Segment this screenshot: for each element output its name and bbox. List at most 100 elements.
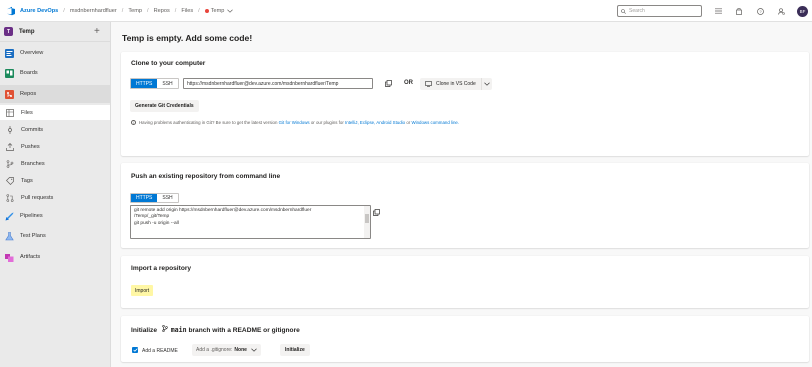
sidebar-item-pushes[interactable]: Pushes	[0, 139, 110, 155]
project-badge: T	[4, 27, 13, 36]
pushes-icon	[6, 143, 14, 151]
breadcrumb-organization[interactable]: msdnbernhardfluer	[70, 8, 117, 14]
branches-icon	[6, 160, 14, 168]
hint-or: or	[406, 120, 411, 125]
main-content: Temp is empty. Add some code! Clone to y…	[112, 22, 812, 367]
help-icon[interactable]: ?	[754, 5, 766, 17]
search-input[interactable]: Search	[617, 5, 702, 17]
clone-in-vscode-label: Clone in VS Code	[436, 81, 476, 87]
sidebar-item-commits[interactable]: Commits	[0, 122, 110, 138]
azure-devops-logo-icon[interactable]	[4, 0, 18, 22]
initialize-label: Initialize	[285, 347, 305, 353]
sidebar-item-files[interactable]: Files	[0, 105, 110, 120]
breadcrumb-project[interactable]: Temp	[128, 8, 142, 14]
sidebar-item-test-plans[interactable]: Test Plans	[0, 227, 110, 245]
chevron-down-icon	[227, 9, 234, 13]
top-icons: ? BF	[712, 5, 808, 17]
breadcrumb-separator: /	[174, 7, 177, 14]
sidebar-item-label: Branches	[21, 161, 45, 167]
sidebar-item-label: Tags	[21, 178, 33, 184]
sidebar-item-tags[interactable]: Tags	[0, 173, 110, 189]
textarea-scrollbar[interactable]	[364, 206, 370, 238]
chevron-down-icon	[251, 348, 257, 352]
auth-hint: i Having problems authenticating in Git?…	[131, 120, 459, 125]
push-https-tab[interactable]: HTTPS	[131, 194, 158, 202]
add-readme-label[interactable]: Add a README	[142, 348, 178, 354]
plugins-link[interactable]: IntelliJ, Eclipse, Android Studio	[345, 120, 405, 125]
add-readme-checkbox[interactable]	[132, 347, 138, 353]
clone-url-input[interactable]: https://msdnbernhardfluer@dev.azure.com/…	[183, 78, 373, 89]
push-ssh-tab[interactable]: SSH	[157, 194, 178, 202]
brand-link[interactable]: Azure DevOps	[20, 8, 58, 14]
copy-clone-url-icon[interactable]	[383, 78, 394, 89]
or-label: OR	[404, 80, 413, 86]
clone-ssh-tab[interactable]: SSH	[157, 79, 178, 88]
sidebar-item-label: Artifacts	[20, 254, 41, 260]
command-line: git push -u origin --all	[134, 220, 179, 226]
branch-icon	[162, 325, 168, 333]
breadcrumb-separator: /	[147, 7, 149, 14]
sidebar-item-overview[interactable]: Overview	[0, 44, 110, 62]
sidebar-item-branches[interactable]: Branches	[0, 156, 110, 172]
sidebar-item-label: Commits	[21, 127, 44, 133]
sidebar-item-label: Pull requests	[21, 195, 54, 201]
generate-git-credentials-button[interactable]: Generate Git Credentials	[130, 100, 199, 112]
sidebar-item-label: Overview	[20, 50, 44, 56]
import-heading: Import a repository	[131, 265, 192, 272]
pipelines-icon	[4, 211, 14, 221]
initialize-card: Initialize main branch with a README or …	[121, 316, 809, 362]
info-icon: i	[131, 120, 136, 125]
page-title: Temp is empty. Add some code!	[122, 33, 253, 43]
sidebar-item-label: Test Plans	[20, 233, 46, 239]
initialize-heading: Initialize main branch with a README or …	[131, 325, 300, 334]
clone-options-dropdown[interactable]	[480, 78, 492, 90]
sidebar-item-pipelines[interactable]: Pipelines	[0, 207, 110, 225]
breadcrumb-separator: /	[198, 7, 200, 14]
checkmark-icon	[132, 348, 138, 352]
hint-prefix: Having problems authenticating in Git? B…	[139, 120, 278, 125]
search-icon	[621, 8, 626, 14]
clone-card: Clone to your computer HTTPS SSH https:/…	[121, 52, 809, 156]
clone-heading: Clone to your computer	[131, 60, 206, 67]
sidebar-item-boards[interactable]: Boards	[0, 64, 110, 82]
search-placeholder: Search	[629, 8, 645, 14]
add-icon[interactable]: +	[94, 26, 100, 37]
chevron-down-icon	[484, 82, 490, 86]
breadcrumb-repo-selector[interactable]: Temp	[204, 8, 234, 14]
copy-commands-icon[interactable]	[371, 207, 382, 218]
monitor-icon	[425, 81, 432, 87]
clone-https-tab[interactable]: HTTPS	[131, 79, 158, 88]
sidebar-item-label: Boards	[20, 70, 38, 76]
list-icon[interactable]	[712, 5, 724, 17]
avatar[interactable]: BF	[797, 5, 808, 17]
windows-command-line-link[interactable]: Windows command line.	[411, 120, 459, 125]
breadcrumb-files[interactable]: Files	[181, 8, 193, 14]
scrollbar-thumb[interactable]	[365, 214, 369, 223]
top-bar: Azure DevOps / msdnbernhardfluer / Temp …	[0, 0, 812, 22]
shopping-bag-icon[interactable]	[733, 5, 745, 17]
pull-requests-icon	[6, 194, 14, 202]
push-commands-textarea[interactable]: git remote add origin https://msdnbernha…	[130, 205, 371, 239]
project-header[interactable]: T Temp +	[0, 22, 110, 42]
sidebar-item-label: Pipelines	[20, 213, 43, 219]
tags-icon	[6, 177, 14, 185]
svg-text:?: ?	[759, 9, 762, 14]
breadcrumb-repos[interactable]: Repos	[154, 8, 170, 14]
sidebar-item-artifacts[interactable]: Artifacts	[0, 248, 110, 266]
sidebar-item-pull-requests[interactable]: Pull requests	[0, 190, 110, 206]
git-for-windows-link[interactable]: Git for Windows	[279, 120, 310, 125]
import-button[interactable]: Import	[131, 285, 154, 296]
initialize-button[interactable]: Initialize	[280, 344, 310, 356]
boards-icon	[4, 68, 14, 78]
clone-in-vscode-main[interactable]: Clone in VS Code	[420, 78, 481, 90]
gitignore-dropdown[interactable]: Add a .gitignore: None	[192, 344, 261, 356]
user-settings-icon[interactable]	[775, 5, 787, 17]
clone-in-vscode-button: Clone in VS Code	[420, 78, 492, 90]
sidebar-item-repos[interactable]: Repos	[0, 85, 110, 103]
sidebar-item-label: Pushes	[21, 144, 40, 150]
generate-git-credentials-label: Generate Git Credentials	[135, 103, 194, 109]
hint-mid: or our plugins for	[310, 120, 344, 125]
repos-icon	[4, 89, 14, 99]
files-icon	[6, 108, 14, 117]
test-plans-icon	[4, 231, 14, 241]
